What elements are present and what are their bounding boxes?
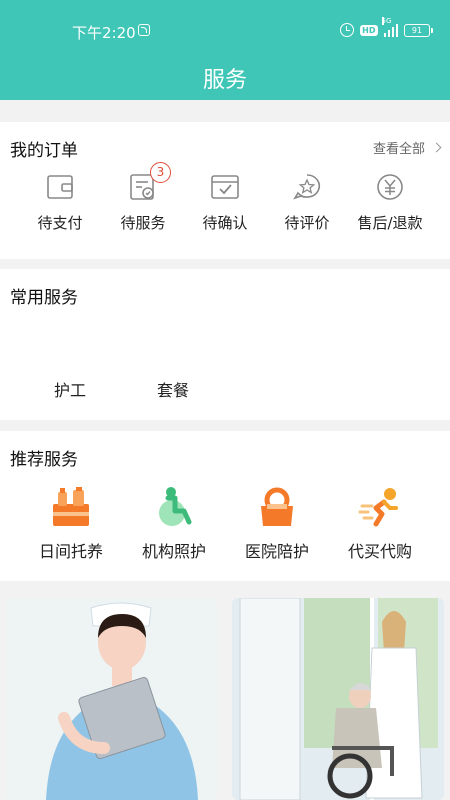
- common-services-card: 常用服务 护工 套餐: [0, 269, 450, 420]
- order-label: 待支付: [37, 214, 83, 232]
- common-services-title: 常用服务: [10, 288, 78, 308]
- hospital-bag-icon: [255, 486, 299, 528]
- order-label: 售后/退款: [357, 214, 423, 232]
- wheelchair-icon: [152, 486, 196, 528]
- recommended-hospital-escort[interactable]: 医院陪护: [229, 486, 325, 562]
- common-service-caregiver[interactable]: 护工: [54, 377, 86, 401]
- star-bubble-icon: [292, 172, 322, 202]
- battery-icon: 91: [404, 23, 433, 37]
- recommended-title: 推荐服务: [10, 450, 78, 470]
- recommended-services-card: 推荐服务 日间托养 机构照护 医院陪护 代买代购: [0, 431, 450, 581]
- order-pending-payment[interactable]: 待支付: [19, 172, 101, 233]
- recommended-label: 机构照护: [141, 542, 206, 561]
- page-title: 服务: [202, 68, 247, 93]
- order-count-badge: 3: [150, 162, 171, 183]
- order-pending-service[interactable]: 待服务: [102, 172, 184, 233]
- caregiver-illustration: [232, 598, 444, 800]
- notification-app-icon: [138, 24, 150, 36]
- confirm-calendar-icon: [210, 172, 240, 202]
- status-time: 下午2:20: [72, 24, 136, 42]
- signal-icon: 5G: [381, 17, 398, 37]
- chevron-right-icon: [431, 142, 442, 153]
- status-bar: 下午2:20 HD 5G 91: [0, 0, 450, 50]
- daycare-bottles-icon: [49, 486, 93, 528]
- yen-refund-icon: [375, 172, 405, 202]
- recommended-label: 日间托养: [38, 542, 103, 561]
- recommended-label: 代买代购: [347, 542, 412, 561]
- recommended-label: 医院陪护: [244, 542, 309, 561]
- order-label: 待服务: [120, 214, 166, 232]
- recommended-daycare[interactable]: 日间托养: [23, 486, 119, 562]
- recommended-institution-care[interactable]: 机构照护: [126, 486, 222, 562]
- hd-icon: HD: [360, 24, 378, 36]
- see-all-label: 查看全部: [372, 142, 425, 157]
- nurse-illustration: [6, 598, 217, 800]
- order-label: 待确认: [202, 214, 248, 232]
- order-pending-confirm[interactable]: 待确认: [184, 172, 266, 233]
- caregiver-banner[interactable]: [232, 598, 444, 800]
- order-label: 待评价: [284, 214, 330, 232]
- wallet-icon: [45, 172, 75, 202]
- order-pending-review[interactable]: 待评价: [266, 172, 348, 233]
- top-bar: 下午2:20 HD 5G 91 服务: [0, 0, 450, 100]
- orders-title: 我的订单: [10, 141, 78, 161]
- recommended-purchase-agent[interactable]: 代买代购: [332, 486, 428, 562]
- common-service-package[interactable]: 套餐: [157, 377, 189, 401]
- network-label: 5G: [381, 17, 392, 25]
- orders-card: 我的订单 查看全部 待支付 待服务 3 待确认 待评价 售后/退款: [0, 122, 450, 259]
- see-all-orders-link[interactable]: 查看全部: [372, 138, 442, 157]
- nurse-banner[interactable]: [6, 598, 217, 800]
- alarm-icon: [340, 23, 355, 37]
- battery-level: 91: [411, 25, 423, 35]
- running-courier-icon: [358, 486, 402, 528]
- order-after-sales[interactable]: 售后/退款: [349, 172, 431, 233]
